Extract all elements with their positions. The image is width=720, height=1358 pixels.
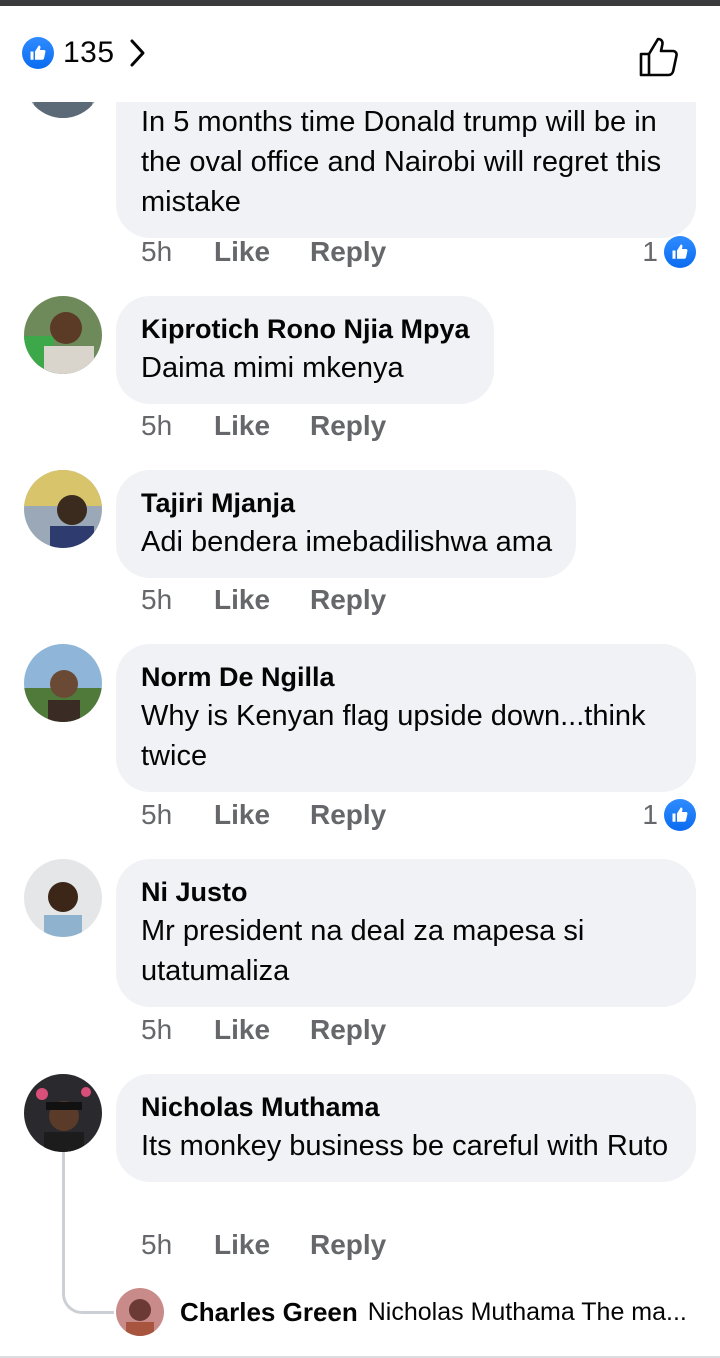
- avatar[interactable]: [24, 296, 102, 374]
- reply-snippet: Nicholas Muthama The ma...: [367, 1297, 687, 1326]
- like-reaction-icon: [22, 37, 54, 69]
- comment-time: 5h: [141, 584, 173, 615]
- reply-button[interactable]: Reply: [310, 1229, 386, 1261]
- comment-bubble: Nicholas Muthama Its monkey business be …: [116, 1074, 696, 1182]
- like-count-value: 1: [642, 236, 658, 267]
- comment-like-count[interactable]: 1: [642, 799, 696, 831]
- reply-button[interactable]: Reply: [310, 1014, 386, 1046]
- comment-time: 5h: [141, 1229, 173, 1260]
- comment-actions: 5h Like Reply: [141, 1014, 386, 1046]
- comment-time: 5h: [141, 410, 173, 441]
- like-count-value: 1: [642, 799, 658, 830]
- avatar[interactable]: [24, 470, 102, 548]
- comments-list: In 5 months time Donald trump will be in…: [0, 102, 720, 1352]
- comment-actions: 5h Like Reply: [141, 799, 386, 831]
- comment-actions: 5h Like Reply: [141, 236, 386, 268]
- comment-bubble: In 5 months time Donald trump will be in…: [116, 102, 696, 238]
- comment-author[interactable]: Nicholas Muthama: [141, 1088, 672, 1126]
- avatar[interactable]: [24, 859, 102, 937]
- like-button[interactable]: Like: [214, 236, 310, 268]
- comment-text: Daima mimi mkenya: [141, 352, 404, 384]
- comment-bubble: Kiprotich Rono Njia Mpya Daima mimi mken…: [116, 296, 494, 404]
- like-button[interactable]: Like: [214, 584, 310, 616]
- like-button[interactable]: Like: [214, 799, 310, 831]
- reactions-header: 135: [0, 6, 720, 102]
- comment-like-count[interactable]: 1: [642, 236, 696, 268]
- avatar[interactable]: [116, 1288, 164, 1336]
- like-reaction-icon: [664, 799, 696, 831]
- comment-author[interactable]: Ni Justo: [141, 873, 672, 911]
- comment-time: 5h: [141, 236, 173, 267]
- reply-button[interactable]: Reply: [310, 410, 386, 442]
- like-button[interactable]: Like: [214, 410, 310, 442]
- comment-text: Adi bendera imebadilishwa ama: [141, 526, 553, 558]
- reply-button[interactable]: Reply: [310, 584, 386, 616]
- comment-actions: 5h Like Reply: [141, 410, 386, 442]
- comment-text: Why is Kenyan flag upside down...think t…: [141, 700, 646, 772]
- comment-text: Mr president na deal za mapesa si utatum…: [141, 915, 585, 987]
- reply-preview[interactable]: Charles Green Nicholas Muthama The ma...: [116, 1288, 687, 1336]
- comment-time: 5h: [141, 799, 173, 830]
- avatar[interactable]: [24, 644, 102, 722]
- like-reaction-icon: [664, 236, 696, 268]
- comment-actions: 5h Like Reply: [141, 584, 386, 616]
- comment-text: In 5 months time Donald trump will be in…: [141, 106, 662, 218]
- reactions-summary[interactable]: 135: [22, 36, 147, 70]
- reply-button[interactable]: Reply: [310, 799, 386, 831]
- chevron-right-icon: [130, 39, 145, 67]
- reply-button[interactable]: Reply: [310, 236, 386, 268]
- reply-author[interactable]: Charles Green: [180, 1297, 358, 1328]
- like-outline-icon[interactable]: [638, 34, 680, 78]
- avatar[interactable]: [24, 1074, 102, 1152]
- thread-connector: [62, 1152, 114, 1314]
- comment-bubble: Norm De Ngilla Why is Kenyan flag upside…: [116, 644, 696, 792]
- reaction-count: 135: [63, 36, 115, 69]
- like-button[interactable]: Like: [214, 1229, 310, 1261]
- comment-bubble: Tajiri Mjanja Adi bendera imebadilishwa …: [116, 470, 577, 578]
- like-button[interactable]: Like: [214, 1014, 310, 1046]
- comment-actions: 5h Like Reply: [141, 1229, 386, 1261]
- comment-text: Its monkey business be careful with Ruto: [141, 1130, 669, 1162]
- comment-author[interactable]: Tajiri Mjanja: [141, 484, 552, 522]
- avatar[interactable]: [24, 102, 102, 118]
- comment-time: 5h: [141, 1014, 173, 1045]
- comment-author[interactable]: Kiprotich Rono Njia Mpya: [141, 310, 470, 348]
- comment-bubble: Ni Justo Mr president na deal za mapesa …: [116, 859, 696, 1007]
- comment-author[interactable]: Norm De Ngilla: [141, 658, 672, 696]
